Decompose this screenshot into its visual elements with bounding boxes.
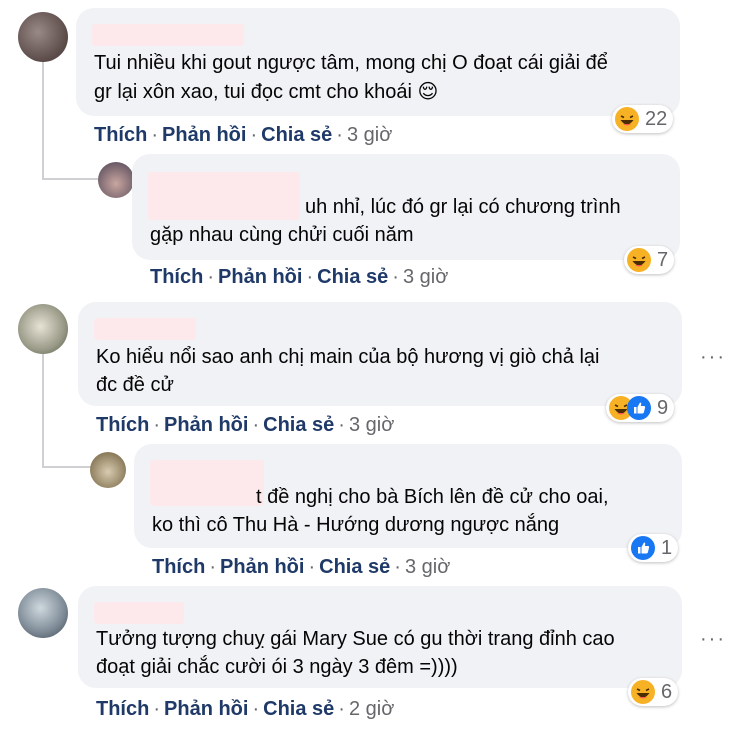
comment-actions: Thích · Phản hồi · Chia sẻ · 3 giờ [150, 266, 448, 289]
comment-text-line: Tưởng tượng chuỵ gái Mary Sue có gu thời… [96, 628, 615, 650]
reply-link[interactable]: Phản hồi [164, 698, 248, 720]
thread-line-curve [42, 178, 98, 180]
reply-link[interactable]: Phản hồi [218, 266, 302, 288]
like-icon [631, 536, 655, 560]
like-link[interactable]: Thích [152, 556, 205, 578]
comment-text-line: uh nhỉ, lúc đó gr lại có chương trình [305, 196, 621, 218]
reaction-count: 6 [661, 680, 673, 703]
separator: · [252, 698, 260, 720]
comment-actions: Thích · Phản hồi · Chia sẻ · 3 giờ [96, 414, 394, 437]
separator: · [153, 698, 161, 720]
separator: · [151, 124, 159, 146]
author-name-redacted[interactable] [94, 318, 196, 340]
more-options-icon[interactable]: ··· [700, 629, 726, 649]
reaction-summary[interactable]: 7 [624, 246, 675, 274]
reaction-summary[interactable]: 22 [612, 105, 674, 133]
share-link[interactable]: Chia sẻ [263, 414, 334, 436]
comment-text-line: gr lại xôn xao, tui đọc cmt cho khoái 😌 [94, 81, 439, 103]
separator: · [336, 124, 343, 146]
reaction-count: 9 [657, 396, 669, 419]
comment-actions: Thích · Phản hồi · Chia sẻ · 3 giờ [94, 124, 392, 147]
comment-text-line: gặp nhau cùng chửi cuối năm [150, 224, 414, 246]
share-link[interactable]: Chia sẻ [319, 556, 390, 578]
separator: · [306, 266, 314, 288]
like-link[interactable]: Thích [94, 124, 147, 146]
separator: · [153, 414, 161, 436]
thread-line [42, 62, 44, 180]
comment-text-line: Ko hiểu nổi sao anh chị main của bộ hươn… [96, 346, 600, 368]
author-name-redacted[interactable] [92, 24, 244, 46]
like-icon [627, 396, 651, 420]
reaction-summary[interactable]: 9 [606, 394, 675, 422]
separator: · [207, 266, 215, 288]
share-link[interactable]: Chia sẻ [261, 124, 332, 146]
reaction-count: 7 [657, 248, 669, 271]
author-name-redacted[interactable] [150, 460, 264, 506]
comment-text-line: ko thì cô Thu Hà - Hướng dương ngược nắn… [152, 514, 560, 536]
comment-text-line: đc đề cử [96, 374, 174, 396]
like-link[interactable]: Thích [96, 698, 149, 720]
timestamp[interactable]: 3 giờ [405, 556, 450, 578]
like-link[interactable]: Thích [150, 266, 203, 288]
comment-text-line: Tui nhiều khi gout ngược tâm, mong chị O… [94, 52, 608, 74]
avatar[interactable] [90, 452, 126, 488]
avatar[interactable] [18, 12, 68, 62]
separator: · [338, 414, 345, 436]
separator: · [394, 556, 401, 578]
reply-link[interactable]: Phản hồi [220, 556, 304, 578]
haha-icon [631, 680, 655, 704]
timestamp[interactable]: 3 giờ [349, 414, 394, 436]
haha-icon [627, 248, 651, 272]
more-options-icon[interactable]: ··· [700, 347, 726, 367]
reply-link[interactable]: Phản hồi [164, 414, 248, 436]
haha-icon [615, 107, 639, 131]
reaction-count: 22 [645, 107, 668, 130]
separator: · [252, 414, 260, 436]
separator: · [308, 556, 316, 578]
author-name-redacted[interactable] [148, 172, 300, 220]
reaction-count: 1 [661, 536, 673, 559]
share-link[interactable]: Chia sẻ [263, 698, 334, 720]
reaction-summary[interactable]: 1 [628, 534, 679, 562]
timestamp[interactable]: 3 giờ [347, 124, 392, 146]
separator: · [392, 266, 399, 288]
separator: · [338, 698, 345, 720]
avatar[interactable] [18, 588, 68, 638]
comment-text-line: t đề nghị cho bà Bích lên đề cử cho oai, [256, 486, 609, 508]
thread-line [42, 352, 44, 468]
like-link[interactable]: Thích [96, 414, 149, 436]
reply-link[interactable]: Phản hồi [162, 124, 246, 146]
share-link[interactable]: Chia sẻ [317, 266, 388, 288]
comment-actions: Thích · Phản hồi · Chia sẻ · 2 giờ [96, 698, 394, 721]
comment-text-line: đoạt giải chắc cười ói 3 ngày 3 đêm =)))… [96, 656, 458, 678]
timestamp[interactable]: 3 giờ [403, 266, 448, 288]
timestamp[interactable]: 2 giờ [349, 698, 394, 720]
separator: · [250, 124, 258, 146]
separator: · [209, 556, 217, 578]
avatar[interactable] [18, 304, 68, 354]
avatar[interactable] [98, 162, 134, 198]
author-name-redacted[interactable] [94, 602, 184, 624]
reaction-summary[interactable]: 6 [628, 678, 679, 706]
comment-actions: Thích · Phản hồi · Chia sẻ · 3 giờ [152, 556, 450, 579]
